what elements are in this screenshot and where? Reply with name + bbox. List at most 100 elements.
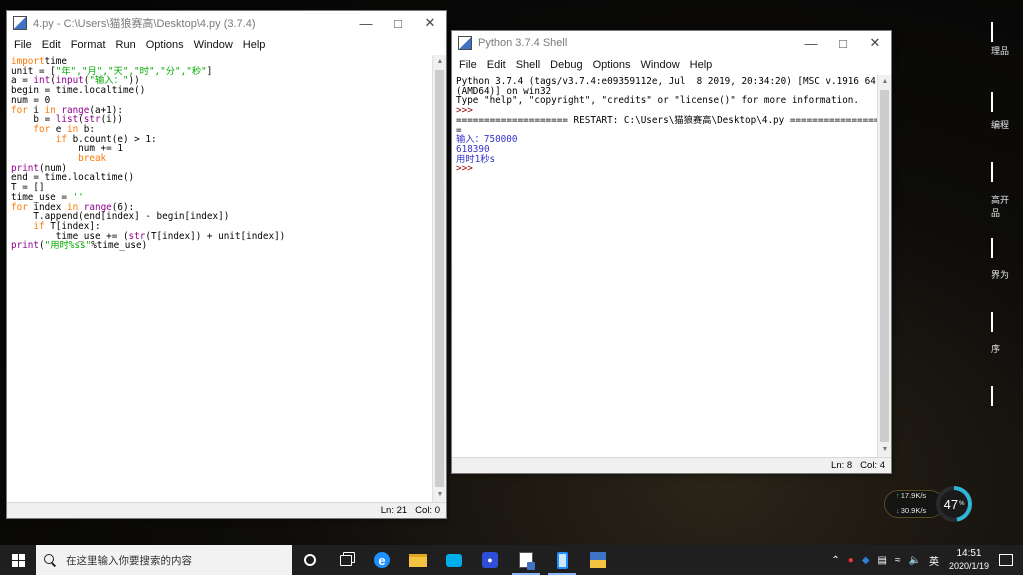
shell-menubar: File Edit Shell Debug Options Window Hel… <box>452 55 891 75</box>
desktop-icon-edge[interactable] <box>991 92 993 112</box>
menu-edit[interactable]: Edit <box>37 39 66 51</box>
cortana-button[interactable] <box>292 545 328 575</box>
scroll-up-icon[interactable]: ▲ <box>878 75 892 89</box>
network-monitor-icon[interactable]: ▤ <box>878 555 887 566</box>
shell-output[interactable]: Python 3.7.4 (tags/v3.7.4:e09359112e, Ju… <box>452 75 877 457</box>
editor-statusbar: Ln: 21 Col: 0 <box>7 502 446 518</box>
menu-window[interactable]: Window <box>636 59 685 71</box>
bilibili-button[interactable] <box>436 545 472 575</box>
editor-window: 4.py - C:\Users\猫狼赛高\Desktop\4.py (3.7.4… <box>6 10 447 519</box>
menu-file[interactable]: File <box>454 59 482 71</box>
search-icon <box>44 554 56 566</box>
security-shield-icon[interactable]: ◆ <box>862 555 870 566</box>
menu-window[interactable]: Window <box>189 39 238 51</box>
taskbar-search[interactable]: 在这里输入你要搜索的内容 <box>36 545 292 575</box>
desktop-icon-label[interactable]: 界为 <box>991 268 1009 281</box>
desktop-icon-label[interactable]: 理品 <box>991 44 1009 57</box>
notification-icon[interactable] <box>999 554 1013 566</box>
code-line: end = time.localtime() <box>11 172 135 184</box>
desktop-icon-label[interactable]: 高开 <box>991 193 1009 206</box>
desktop-icon-edge[interactable] <box>991 238 993 258</box>
menu-options[interactable]: Options <box>588 59 636 71</box>
desktop-icon-edge[interactable] <box>991 162 993 182</box>
menu-format[interactable]: Format <box>66 39 111 51</box>
file-explorer-button[interactable] <box>400 545 436 575</box>
close-icon[interactable]: ✕ <box>414 11 446 35</box>
close-icon[interactable]: ✕ <box>859 31 891 55</box>
shell-line: = <box>456 124 462 136</box>
code-line: begin = time.localtime() <box>11 85 146 97</box>
minimize-icon[interactable]: — <box>350 11 382 35</box>
idle-button[interactable] <box>508 545 544 575</box>
edge-icon: e <box>374 552 390 568</box>
scroll-up-icon[interactable]: ▲ <box>433 55 447 69</box>
menu-help[interactable]: Help <box>685 59 718 71</box>
scroll-down-icon[interactable]: ▼ <box>878 443 892 457</box>
baidu-netdisk-button[interactable]: ● <box>472 545 508 575</box>
menu-shell[interactable]: Shell <box>511 59 545 71</box>
desktop-icon-edge[interactable] <box>991 22 993 42</box>
task-view-button[interactable] <box>328 545 364 575</box>
column-number: Col: 4 <box>860 460 885 471</box>
python-shell-icon <box>458 36 472 50</box>
desktop-icon-label[interactable]: 品 <box>991 206 1000 219</box>
wifi-icon[interactable]: ≈ <box>895 555 901 566</box>
desktop-icon-label[interactable]: 序 <box>991 342 1000 355</box>
taskbar: 在这里输入你要搜索的内容 e ● ⌃ ● ◆ ▤ ≈ 🔈 英 14:51 202… <box>0 545 1023 575</box>
shell-line: 输入：750000 <box>456 134 518 146</box>
windows-logo-icon <box>11 553 25 567</box>
desktop-icon-edge[interactable] <box>991 386 993 406</box>
python-installer-button[interactable] <box>580 545 616 575</box>
network-speed-widget[interactable]: 17.9K/s 30.9K/s 47% <box>884 486 976 522</box>
scroll-down-icon[interactable]: ▼ <box>433 488 447 502</box>
python-installer-icon <box>590 552 606 568</box>
desktop-icon-label[interactable]: 编程 <box>991 118 1009 131</box>
app-tray-icon[interactable]: ● <box>848 555 854 566</box>
shell-line: 用时1秒s <box>456 153 496 165</box>
shell-line: ==================== RESTART: C:\Users\猫… <box>456 114 877 126</box>
ime-indicator[interactable]: 英 <box>929 553 939 568</box>
start-button[interactable] <box>0 545 36 575</box>
scroll-thumb[interactable] <box>435 70 444 487</box>
menu-edit[interactable]: Edit <box>482 59 511 71</box>
desktop-icon-edge[interactable] <box>991 312 993 332</box>
menu-debug[interactable]: Debug <box>545 59 587 71</box>
python-file-icon <box>13 16 27 30</box>
baidu-paw-icon: ● <box>482 552 498 568</box>
shell-line: 618390 <box>456 143 490 155</box>
clock[interactable]: 14:51 2020/1/19 <box>949 548 989 572</box>
column-number: Col: 0 <box>415 505 440 516</box>
chevron-up-icon[interactable]: ⌃ <box>831 555 839 566</box>
edge-button[interactable]: e <box>364 545 400 575</box>
menu-help[interactable]: Help <box>238 39 271 51</box>
shell-line: Type "help", "copyright", "credits" or "… <box>456 95 859 107</box>
shell-statusbar: Ln: 8 Col: 4 <box>452 457 891 473</box>
phone-icon <box>556 551 568 569</box>
menu-run[interactable]: Run <box>111 39 141 51</box>
code-editor[interactable]: importtime unit = ["年","月","天","时","分","秒… <box>7 55 432 502</box>
minimize-icon[interactable]: — <box>795 31 827 55</box>
editor-titlebar[interactable]: 4.py - C:\Users\猫狼赛高\Desktop\4.py (3.7.4… <box>7 11 446 35</box>
editor-menubar: File Edit Format Run Options Window Help <box>7 35 446 55</box>
maximize-icon[interactable]: □ <box>827 31 859 55</box>
menu-file[interactable]: File <box>9 39 37 51</box>
clock-time: 14:51 <box>956 548 982 559</box>
line-number: Ln: 8 <box>831 460 853 471</box>
upload-speed: 17.9K/s <box>896 491 926 500</box>
folder-icon <box>409 553 427 567</box>
python-idle-icon <box>519 552 535 570</box>
code-line: break <box>78 153 107 165</box>
shell-title: Python 3.7.4 Shell <box>478 37 568 49</box>
phone-app-button[interactable] <box>544 545 580 575</box>
editor-scrollbar[interactable]: ▲ ▼ <box>432 55 446 502</box>
maximize-icon[interactable]: □ <box>382 11 414 35</box>
memory-usage-ring: 47% <box>936 486 972 522</box>
task-view-icon <box>340 554 352 566</box>
cortana-icon <box>304 554 316 566</box>
menu-options[interactable]: Options <box>141 39 189 51</box>
memory-usage-value: 47% <box>940 490 968 518</box>
shell-scrollbar[interactable]: ▲ ▼ <box>877 75 891 457</box>
shell-titlebar[interactable]: Python 3.7.4 Shell — □ ✕ <box>452 31 891 55</box>
volume-icon[interactable]: 🔈 <box>909 555 921 566</box>
scroll-thumb[interactable] <box>880 90 889 442</box>
